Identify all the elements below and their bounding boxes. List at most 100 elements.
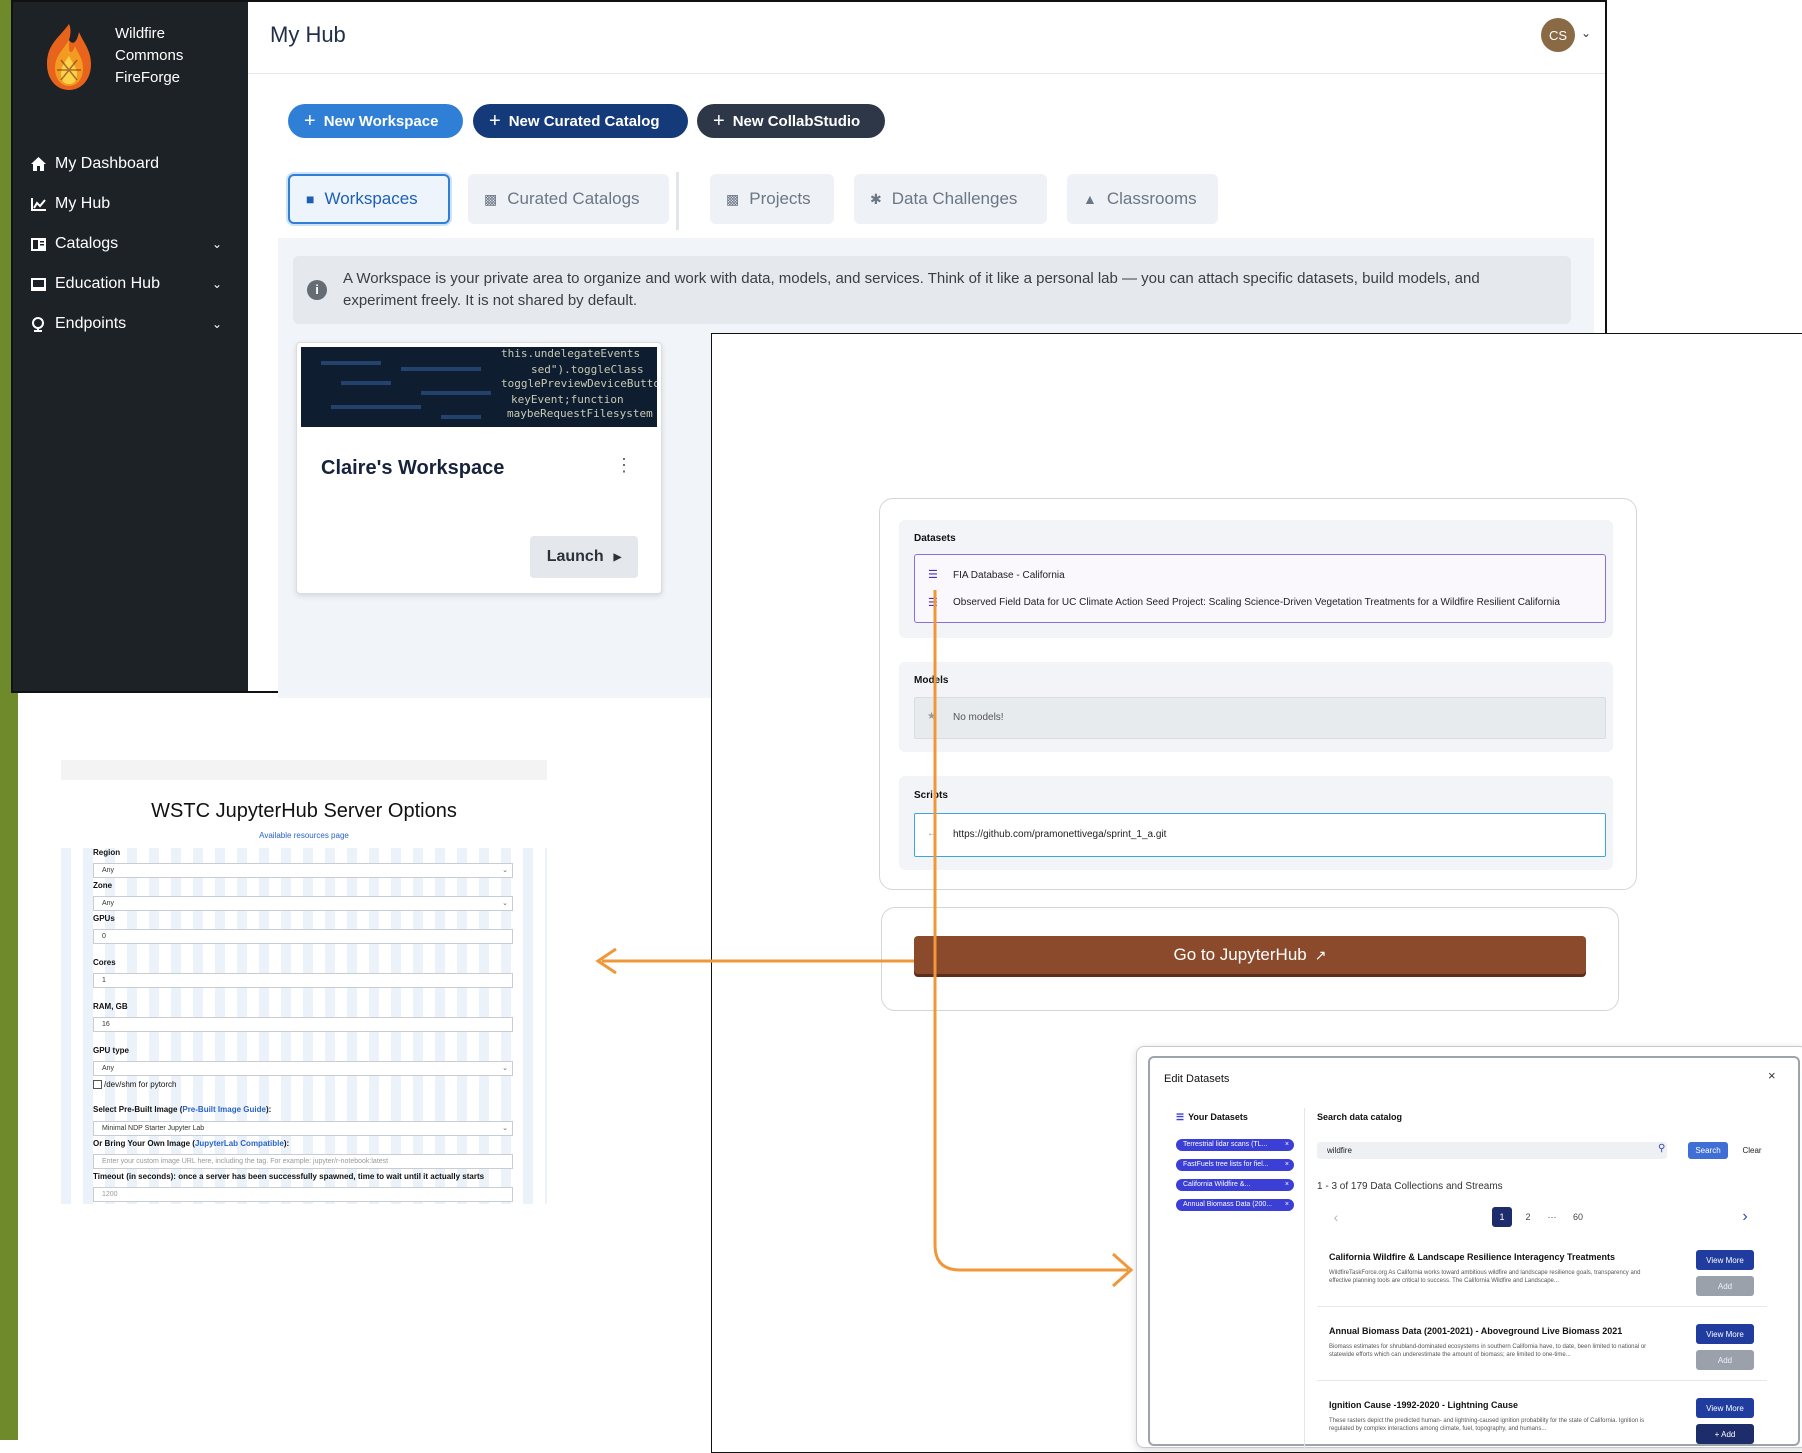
sidebar-item-label: My Dashboard bbox=[55, 155, 160, 172]
image-select[interactable]: Minimal NDP Starter Jupyter Lab ⌄ bbox=[93, 1121, 513, 1136]
tab-data-challenges[interactable]: ✱ Data Challenges bbox=[854, 174, 1047, 224]
dataset-chip[interactable]: California Wildfire &... × bbox=[1176, 1179, 1294, 1191]
new-curated-catalog-button[interactable]: + New Curated Catalog bbox=[473, 104, 688, 138]
cores-input[interactable]: 1 bbox=[93, 973, 513, 988]
tab-label: Curated Catalogs bbox=[507, 189, 640, 208]
own-image-input[interactable]: Enter your custom image URL here, includ… bbox=[93, 1154, 513, 1169]
gpus-input[interactable]: 0 bbox=[93, 929, 513, 944]
tab-workspaces[interactable]: ■ Workspaces bbox=[288, 174, 450, 224]
result-title[interactable]: California Wildfire & Landscape Resilien… bbox=[1329, 1252, 1615, 1262]
chevron-down-icon: ⌄ bbox=[502, 900, 508, 907]
next-page-icon[interactable]: › bbox=[1736, 1207, 1754, 1227]
remove-icon[interactable]: × bbox=[1285, 1139, 1289, 1151]
jupyter-options-title: WSTC JupyterHub Server Options bbox=[151, 800, 457, 822]
sidebar-nav: My Dashboard My Hub Catalogs ⌄ Education… bbox=[13, 144, 248, 344]
search-button[interactable]: Search bbox=[1688, 1142, 1728, 1159]
chevron-down-icon: ⌄ bbox=[211, 277, 222, 291]
button-label: New CollabStudio bbox=[732, 112, 861, 130]
search-input[interactable]: wildfire bbox=[1317, 1142, 1667, 1159]
more-options-icon[interactable]: ⋮ bbox=[615, 455, 633, 476]
sidebar-item-education-hub[interactable]: Education Hub ⌄ bbox=[13, 264, 248, 304]
result-divider bbox=[1317, 1306, 1767, 1307]
external-link-icon: ↗ bbox=[1314, 946, 1327, 963]
workspace-title[interactable]: Claire's Workspace bbox=[321, 457, 504, 480]
sidebar-item-my-dashboard[interactable]: My Dashboard bbox=[13, 144, 248, 184]
view-more-button[interactable]: View More bbox=[1696, 1398, 1754, 1418]
image-label-prefix: Select Pre-Built Image ( bbox=[93, 1105, 183, 1114]
database-icon: ☰ bbox=[1176, 1112, 1185, 1122]
svg-text:sed").toggleClass: sed").toggleClass bbox=[531, 363, 644, 376]
page-2[interactable]: 2 bbox=[1518, 1207, 1538, 1227]
shm-checkbox[interactable] bbox=[93, 1080, 102, 1090]
result-title[interactable]: Annual Biomass Data (2001-2021) - Aboveg… bbox=[1329, 1326, 1622, 1336]
prev-page-icon[interactable]: ‹ bbox=[1327, 1207, 1345, 1227]
dataset-chip[interactable]: Annual Biomass Data (200... × bbox=[1176, 1199, 1294, 1211]
tab-classrooms[interactable]: ▲ Classrooms bbox=[1067, 174, 1218, 224]
svg-text:togglePreviewDeviceButton: togglePreviewDeviceButton bbox=[501, 377, 657, 390]
tab-curated-catalogs[interactable]: ▩ Curated Catalogs bbox=[468, 174, 669, 224]
jupyter-options-topbar bbox=[61, 760, 547, 780]
dataset-item[interactable]: Observed Field Data for UC Climate Actio… bbox=[953, 597, 1560, 608]
image-guide-link[interactable]: Pre-Built Image Guide bbox=[182, 1105, 266, 1114]
scripts-label: Scripts bbox=[914, 790, 948, 801]
launch-button[interactable]: Launch ▶ bbox=[530, 536, 638, 578]
database-icon: ☰ bbox=[928, 597, 938, 609]
sidebar-item-my-hub[interactable]: My Hub bbox=[13, 184, 248, 224]
monitor-icon bbox=[29, 275, 47, 293]
tab-divider bbox=[676, 172, 679, 230]
sidebar-item-endpoints[interactable]: Endpoints ⌄ bbox=[13, 304, 248, 344]
button-label: New Workspace bbox=[323, 112, 439, 130]
svg-text:maybeRequestFilesystem: maybeRequestFilesystem bbox=[507, 407, 653, 420]
home-icon bbox=[29, 155, 47, 173]
new-collabstudio-button[interactable]: + New CollabStudio bbox=[697, 104, 885, 138]
chevron-down-icon[interactable]: ⌄ bbox=[1581, 26, 1591, 40]
brand-line-3: FireForge bbox=[115, 69, 181, 86]
info-text: A Workspace is your private area to orga… bbox=[343, 270, 1480, 309]
script-url[interactable]: https://github.com/pramonettivega/sprint… bbox=[953, 829, 1166, 840]
view-more-button[interactable]: View More bbox=[1696, 1250, 1754, 1270]
remove-icon[interactable]: × bbox=[1285, 1199, 1289, 1211]
add-button[interactable]: Add bbox=[1696, 1350, 1754, 1370]
shm-checkbox-row[interactable]: /dev/shm for pytorch bbox=[93, 1080, 176, 1090]
remove-icon[interactable]: × bbox=[1285, 1179, 1289, 1191]
dataset-chip[interactable]: Terrestrial lidar scans (TL... × bbox=[1176, 1139, 1294, 1151]
workspace-card[interactable]: this.undelegateEvents sed").toggleClass … bbox=[296, 342, 662, 594]
tab-label: Data Challenges bbox=[891, 189, 1018, 208]
plus-icon: + bbox=[713, 109, 725, 132]
remove-icon[interactable]: × bbox=[1285, 1159, 1289, 1171]
view-more-button[interactable]: View More bbox=[1696, 1324, 1754, 1344]
svg-text:this.undelegateEvents: this.undelegateEvents bbox=[501, 347, 640, 360]
clear-button[interactable]: Clear bbox=[1735, 1142, 1769, 1159]
go-to-jupyterhub-button[interactable]: Go to JupyterHub ↗ bbox=[914, 936, 1586, 974]
dataset-item[interactable]: FIA Database - California bbox=[953, 570, 1065, 581]
close-icon[interactable]: × bbox=[1768, 1068, 1776, 1083]
your-datasets-label: Your Datasets bbox=[1188, 1112, 1248, 1122]
available-resources-link[interactable]: Available resources page bbox=[61, 831, 547, 840]
timeout-input[interactable]: 1200 bbox=[93, 1187, 513, 1202]
sidebar-item-catalogs[interactable]: Catalogs ⌄ bbox=[13, 224, 248, 264]
ram-input[interactable]: 16 bbox=[93, 1017, 513, 1032]
add-button[interactable]: Add bbox=[1696, 1276, 1754, 1296]
dataset-chip[interactable]: FastFuels tree lists for fiel... × bbox=[1176, 1159, 1294, 1171]
avatar[interactable]: CS bbox=[1541, 18, 1575, 52]
gpu-type-select[interactable]: Any ⌄ bbox=[93, 1061, 513, 1076]
button-label: Launch bbox=[546, 548, 604, 565]
zone-select[interactable]: Any ⌄ bbox=[93, 896, 513, 911]
tab-projects[interactable]: ▩ Projects bbox=[710, 174, 834, 224]
page-60[interactable]: 60 bbox=[1566, 1207, 1590, 1227]
models-empty-text: No models! bbox=[953, 712, 1004, 723]
new-workspace-button[interactable]: + New Workspace bbox=[288, 104, 463, 138]
chip-label: California Wildfire &... bbox=[1183, 1181, 1251, 1188]
modal-title: Edit Datasets bbox=[1164, 1073, 1230, 1085]
zone-label: Zone bbox=[93, 881, 113, 890]
result-title[interactable]: Ignition Cause -1992-2020 - Lightning Ca… bbox=[1329, 1400, 1518, 1410]
page-1[interactable]: 1 bbox=[1492, 1207, 1512, 1227]
region-select[interactable]: Any ⌄ bbox=[93, 863, 513, 878]
jupyterlab-compatible-link[interactable]: JupyterLab Compatible bbox=[195, 1139, 284, 1148]
brand-line-2: Commons bbox=[115, 47, 184, 64]
database-icon: ☰ bbox=[928, 569, 938, 581]
brand[interactable]: Wildfire Commons FireForge bbox=[37, 20, 183, 92]
add-button[interactable]: + Add bbox=[1696, 1424, 1754, 1444]
search-icon[interactable]: ⚲ bbox=[1658, 1143, 1665, 1154]
chart-icon bbox=[29, 195, 47, 213]
